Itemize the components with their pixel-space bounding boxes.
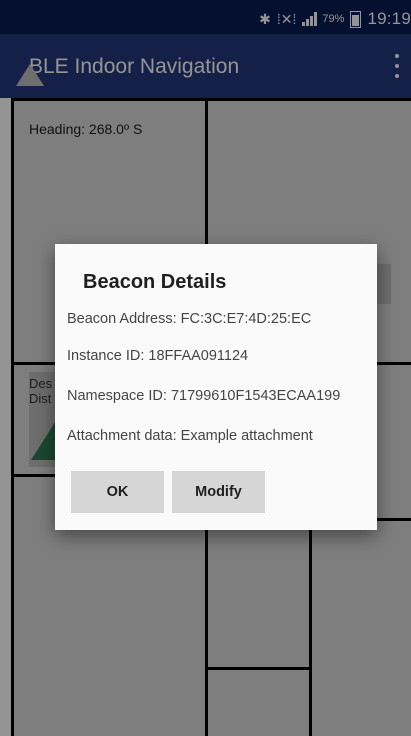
beacon-address: Beacon Address: FC:3C:E7:4D:25:EC <box>67 311 312 327</box>
namespace-id: Namespace ID: 71799610F1543ECAA199 <box>67 388 341 404</box>
ok-button[interactable]: OK <box>71 471 164 513</box>
attachment-data: Attachment data: Example attachment <box>67 428 313 444</box>
beacon-details-dialog: Beacon Details Beacon Address: FC:3C:E7:… <box>55 244 377 530</box>
instance-id: Instance ID: 18FFAA091124 <box>67 348 249 364</box>
modify-button[interactable]: Modify <box>172 471 265 513</box>
dialog-title: Beacon Details <box>83 271 227 293</box>
